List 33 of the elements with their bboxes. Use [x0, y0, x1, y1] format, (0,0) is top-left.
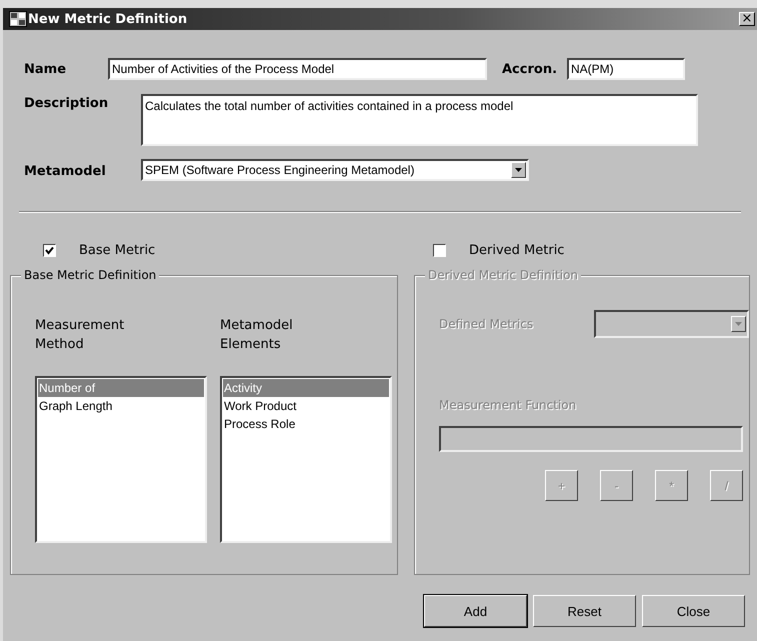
list-box[interactable]: Number of Graph Length — [35, 376, 207, 543]
derived-metric-checkbox[interactable] — [433, 244, 446, 256]
list-item[interactable]: Number of — [38, 379, 204, 397]
acronym-label: Accron. — [502, 62, 558, 76]
dialog-button[interactable]: Reset — [533, 595, 636, 627]
metamodel-dropdown[interactable]: SPEM (Software Process Engineering Metamodel) — [141, 159, 529, 181]
measurement-function-label: Measurement Function — [439, 398, 578, 412]
derived-metric-label: Derived Metric — [469, 242, 564, 258]
dialog-button[interactable]: Close — [642, 595, 745, 627]
defined-metrics-label: Defined Metrics — [439, 317, 534, 331]
list-item[interactable]: Process Role — [223, 415, 389, 433]
list-item[interactable]: Graph Length — [38, 397, 204, 415]
description-field[interactable]: Calculates the total number of activities contained in a process model — [141, 94, 698, 146]
base-metric-checkbox[interactable] — [43, 244, 56, 256]
name-field[interactable]: Number of Activities of the Process Model — [108, 58, 487, 80]
base-metric-label: Base Metric — [79, 242, 156, 258]
list-item[interactable]: Activity — [223, 379, 389, 397]
dropdown-arrow-icon — [735, 322, 742, 326]
window-icon — [9, 11, 27, 27]
description-label: Description — [24, 95, 110, 111]
dialog-button[interactable]: Add — [424, 595, 527, 627]
dropdown-arrow-icon — [515, 168, 522, 172]
group-title: Derived Metric Definition — [425, 268, 582, 282]
list-item[interactable]: Work Product — [223, 397, 389, 415]
window-title: New Metric Definition — [28, 12, 188, 26]
list-label: Metamodel Elements — [220, 317, 294, 354]
group-title: Base Metric Definition — [21, 268, 160, 282]
acronym-field[interactable]: NA(PM) — [567, 58, 686, 80]
close-button[interactable]: × — [739, 12, 755, 26]
list-box[interactable]: Activity Work Product Process Role — [220, 376, 392, 543]
metamodel-label: Metamodel — [24, 162, 107, 178]
list-label: Measurement Method — [35, 317, 126, 354]
name-label: Name — [24, 62, 68, 76]
